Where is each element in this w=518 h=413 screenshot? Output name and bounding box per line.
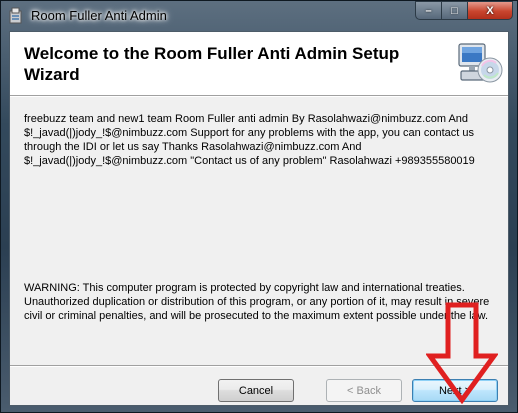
minimize-button[interactable]: – (415, 1, 442, 20)
close-icon: X (486, 4, 494, 17)
computer-cd-icon (458, 43, 503, 83)
red-down-arrow-icon (426, 302, 498, 404)
installer-package-icon (9, 7, 22, 24)
close-button[interactable]: X (468, 1, 513, 20)
wizard-client-area: Welcome to the Room Fuller Anti Admin Se… (9, 31, 509, 406)
cancel-button[interactable]: Cancel (218, 379, 294, 402)
maximize-button[interactable]: □ (442, 1, 468, 20)
wizard-header: Welcome to the Room Fuller Anti Admin Se… (10, 32, 508, 96)
minimize-icon: – (425, 4, 432, 17)
installer-window: Room Fuller Anti Admin – □ X Welcome to … (0, 0, 518, 413)
maximize-icon: □ (451, 4, 458, 17)
wizard-title: Welcome to the Room Fuller Anti Admin Se… (24, 44, 400, 84)
back-button[interactable]: < Back (326, 379, 402, 402)
window-title: Room Fuller Anti Admin (31, 8, 167, 23)
caption-buttons: – □ X (415, 1, 513, 21)
title-bar[interactable]: Room Fuller Anti Admin – □ X (1, 1, 518, 31)
header-divider (10, 96, 508, 97)
description-text: freebuzz team and new1 team Room Fuller … (24, 113, 475, 167)
